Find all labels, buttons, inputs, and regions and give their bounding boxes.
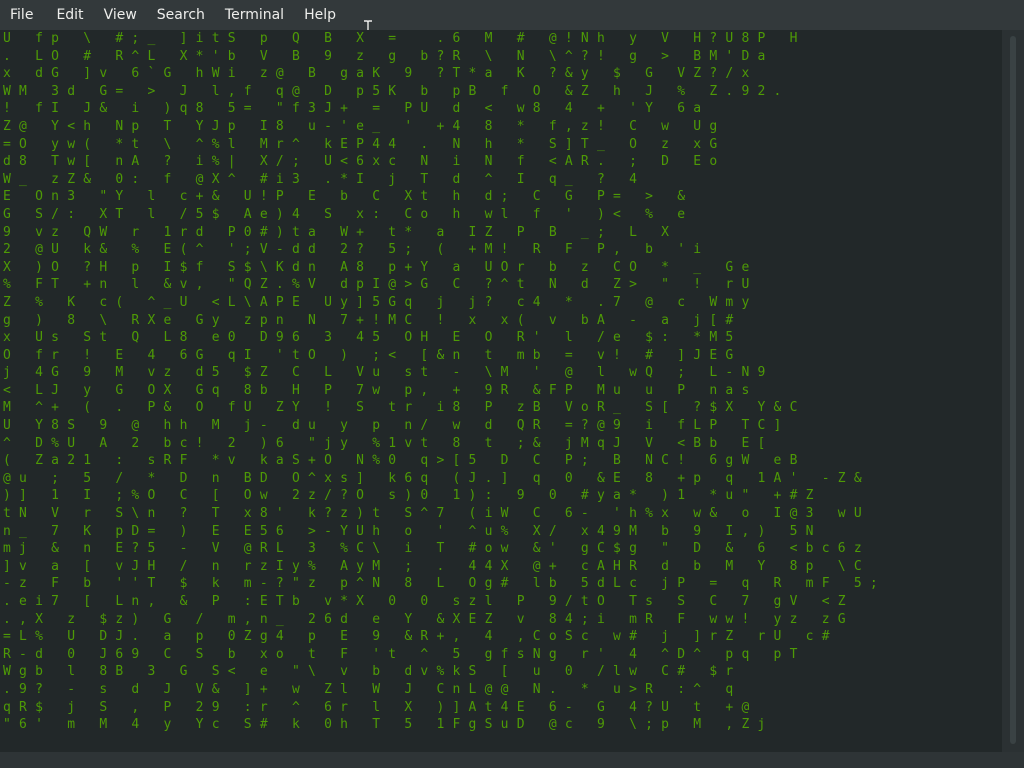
terminal-screen[interactable]: U f p \ # ; _ ] i t S p Q B X = . 6 M # … xyxy=(0,30,1002,752)
terminal-line: U Y 8 S 9 @ h h M j - d u y p n / w d Q … xyxy=(3,418,782,434)
terminal-line: W g b l 8 B 3 G S < e " \ v b d v % k S … xyxy=(3,664,734,680)
terminal-line: = L % U D J . a p 0 Z g 4 p E 9 & R + , … xyxy=(3,629,830,645)
terminal-line: 2 @ U k & % E ( ^ ' ; V - d d 2 ? 5 ; ( … xyxy=(3,242,702,258)
terminal-line: . L O # R ^ L X * ' b V B 9 z g b ? R \ … xyxy=(3,48,766,64)
scrollbar[interactable] xyxy=(1002,30,1024,752)
terminal-line: W _ z Z & 0 : f @ X ^ # i 3 . * I j T d … xyxy=(3,171,638,187)
terminal-line: E O n 3 " Y l c + & U ! P E b C X t h d … xyxy=(3,189,686,205)
terminal-line: . e i 7 [ L n , & P : E T b v * X 0 0 s … xyxy=(3,594,846,609)
menu-search[interactable]: Search xyxy=(147,0,215,30)
bottom-bar xyxy=(0,752,1024,768)
menu-bar: File Edit View Search Terminal Help xyxy=(0,0,1024,30)
terminal-line: Z @ Y < h N p T Y J p I 8 u - ' e _ ' + … xyxy=(3,118,718,134)
terminal-line: n _ 7 K p D = ) E E 5 6 > - Y U h o ' ^ … xyxy=(3,523,814,539)
terminal-line: = O y w ( * t \ ^ % l M r ^ k E P 4 4 . … xyxy=(3,136,718,152)
scroll-thumb[interactable] xyxy=(1010,36,1016,744)
terminal-line: ] v a [ v J H / n r z I y % A y M ; . 4 … xyxy=(3,558,862,574)
terminal-line: ( Z a 2 1 : s R F * v k a S + O N % 0 q … xyxy=(3,453,798,469)
terminal-line: - z F b ' ' T $ k m - ? " z p ^ N 8 L O … xyxy=(3,576,878,592)
terminal-line: ! f I J & i ) q 8 5 = " f 3 J + = P U d … xyxy=(3,101,702,117)
terminal-line: % F T + n l & v , " Q Z . % V d p I @ > … xyxy=(3,277,750,293)
terminal-line: X ) O ? H p I $ f S $ \ K d n A 8 p + Y … xyxy=(3,259,750,275)
terminal-line: x U s S t Q L 8 e 0 D 9 6 3 4 5 O H E O … xyxy=(3,330,734,346)
menu-edit[interactable]: Edit xyxy=(46,0,93,30)
terminal-line: t N V r S \ n ? T x 8 ' k ? z ) t S ^ 7 … xyxy=(3,506,862,522)
terminal-line: q R $ j S , P 2 9 : r ^ 6 r l X ) ] A t … xyxy=(3,699,750,715)
terminal-area[interactable]: U f p \ # ; _ ] i t S p Q B X = . 6 M # … xyxy=(0,30,1002,752)
terminal-line: R - d 0 J 6 9 C S b x o t F ' t ^ 5 g f … xyxy=(3,646,798,662)
menu-view[interactable]: View xyxy=(94,0,147,30)
terminal-line: x d G ] v 6 ` G h W i z @ B g a K 9 ? T … xyxy=(3,66,750,82)
terminal-line: j 4 G 9 M v z d 5 $ Z C L V u s t - \ M … xyxy=(3,365,766,381)
menu-file[interactable]: File xyxy=(0,0,43,30)
terminal-line: G S / : X T l / 5 $ A e ) 4 S x : C o h … xyxy=(3,206,686,222)
terminal-line: M ^ + ( . P & O f U Z Y ! S t r i 8 P z … xyxy=(3,400,798,416)
terminal-line: d 8 T w [ n A ? i % | X / ; U < 6 x c N … xyxy=(3,154,718,170)
terminal-line: U f p \ # ; _ ] i t S p Q B X = . 6 M # … xyxy=(3,31,798,46)
terminal-line: . 9 ? - s d J V & ] + w Z l W J C n L @ … xyxy=(3,681,734,697)
terminal-line: ) ] 1 I ; % O C [ O w 2 z / ? O s ) 0 1 … xyxy=(3,488,814,504)
terminal-line: 9 v z Q W r 1 r d P 0 # ) t a W + t * a … xyxy=(3,224,670,240)
terminal-line: @ u ; 5 / * D n B D O ^ x s ] k 6 q ( J … xyxy=(3,470,862,486)
terminal-line: m j & n E ? 5 - V @ R L 3 % C \ i T # o … xyxy=(3,541,862,557)
terminal-line: O f r ! E 4 6 G q I ' t O ) ; < [ & n t … xyxy=(3,347,734,363)
terminal-line: ^ D % U A 2 b c ! 2 ) 6 " j y % 1 v t 8 … xyxy=(3,435,766,451)
menu-help[interactable]: Help xyxy=(294,0,346,30)
terminal-line: Z % K c ( ^ _ U < L \ A P E U y ] 5 G q … xyxy=(3,294,750,310)
menu-terminal[interactable]: Terminal xyxy=(215,0,294,30)
terminal-line: < L J y G O X G q 8 b H P 7 w p , + 9 R … xyxy=(3,382,750,398)
terminal-line: g ) 8 \ R X e G y z p n N 7 + ! M C ! x … xyxy=(3,312,734,328)
terminal-line: W M 3 d G = > J l , f q @ D p 5 K b p B … xyxy=(3,83,782,99)
terminal-line: " 6 ' m M 4 y Y c S # k 0 h T 5 1 F g S … xyxy=(3,717,766,733)
terminal-line: . , X z $ z ) G / m , n _ 2 6 d e Y & X … xyxy=(3,611,846,627)
